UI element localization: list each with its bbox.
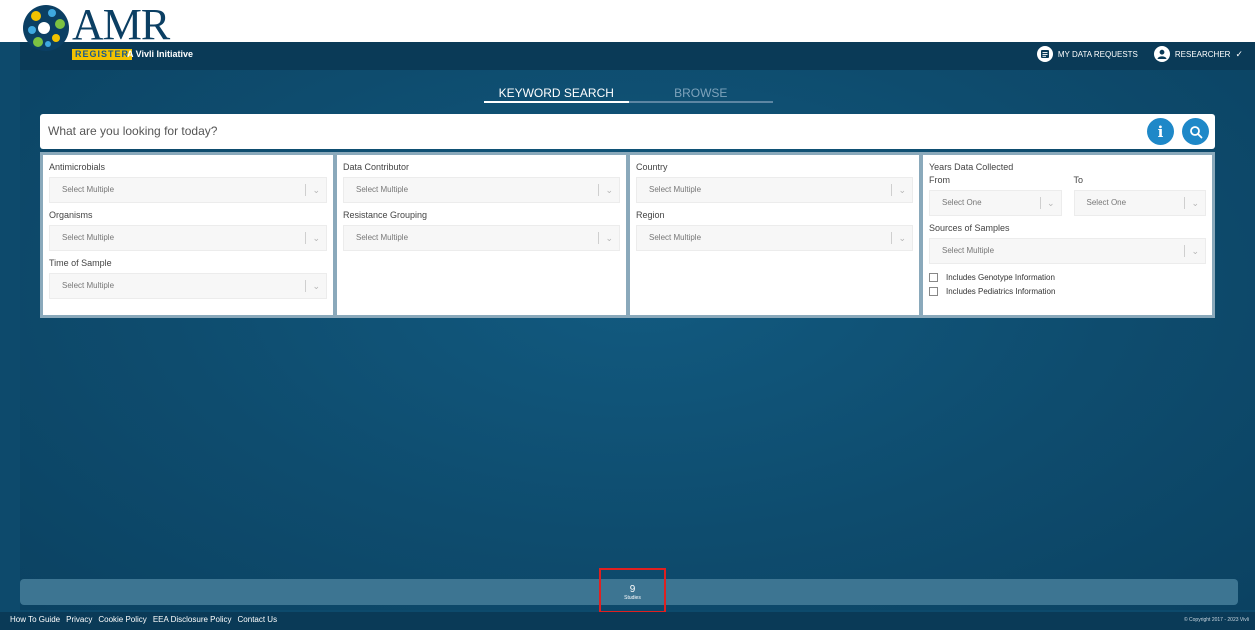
chevron-down-icon: ⌄ [898,185,906,195]
user-menu[interactable]: RESEARCHER ✓ [1153,46,1243,62]
header-actions: MY DATA REQUESTS RESEARCHER ✓ [1036,46,1243,62]
antimicrobials-value: Select Multiple [62,185,115,194]
time-of-sample-select[interactable]: Select Multiple ⌄ [49,273,327,299]
chevron-down-icon: ⌄ [1191,198,1199,208]
search-tabs: KEYWORD SEARCH BROWSE [484,86,773,103]
search-input[interactable] [48,120,1138,142]
region-select[interactable]: Select Multiple ⌄ [636,225,913,251]
footer: How To Guide Privacy Cookie Policy EEA D… [0,612,1255,630]
footer-link-how-to-guide[interactable]: How To Guide [10,615,60,624]
antimicrobials-label: Antimicrobials [49,162,106,172]
country-value: Select Multiple [649,185,702,194]
years-from-select[interactable]: Select One ⌄ [929,190,1062,216]
logo-tagline: A Vivli Initiative [127,49,194,59]
resistance-grouping-select[interactable]: Select Multiple ⌄ [343,225,620,251]
filter-column-1: Antimicrobials Select Multiple ⌄ Organis… [43,155,333,315]
footer-link-cookie-policy[interactable]: Cookie Policy [98,615,146,624]
select-divider [1184,197,1185,209]
sources-select[interactable]: Select Multiple ⌄ [929,238,1206,264]
sources-value: Select Multiple [942,246,995,255]
pediatrics-checkbox-row[interactable]: Includes Pediatrics Information [929,284,1206,298]
select-divider [305,232,306,244]
footer-link-contact-us[interactable]: Contact Us [238,615,278,624]
years-to-value: Select One [1086,198,1127,207]
pediatrics-checkbox-label: Includes Pediatrics Information [946,286,1056,296]
organisms-value: Select Multiple [62,233,115,242]
amr-logo[interactable]: AMR REGISTER A Vivli Initiative [22,0,222,64]
data-contributor-select[interactable]: Select Multiple ⌄ [343,177,620,203]
filter-column-3: Country Select Multiple ⌄ Region Select … [630,155,919,315]
footer-link-eea-disclosure[interactable]: EEA Disclosure Policy [153,615,232,624]
data-contributor-value: Select Multiple [356,185,409,194]
info-button[interactable]: i [1147,118,1174,145]
time-of-sample-value: Select Multiple [62,281,115,290]
select-divider [305,280,306,292]
genotype-checkbox-label: Includes Genotype Information [946,272,1055,282]
select-divider [891,232,892,244]
resistance-grouping-label: Resistance Grouping [343,210,428,220]
region-value: Select Multiple [649,233,702,242]
studies-count-button[interactable]: 9 Studies [599,568,666,613]
search-bar: i [40,114,1215,149]
logo-wordmark: AMR [72,0,170,49]
region-label: Region [636,210,665,220]
filter-column-2: Data Contributor Select Multiple ⌄ Resis… [337,155,626,315]
studies-count: 9 [629,584,636,595]
main-background [20,70,1255,610]
chevron-down-icon: ⌄ [605,233,613,243]
select-divider [891,184,892,196]
search-button[interactable] [1182,118,1209,145]
user-avatar-icon [1153,46,1170,62]
chevron-down-icon: ⌄ [898,233,906,243]
years-from-group: From Select One ⌄ [929,174,1062,222]
years-from-label: From [929,175,950,185]
chevron-down-icon: ⌄ [605,185,613,195]
resistance-grouping-value: Select Multiple [356,233,409,242]
select-divider [1039,197,1041,209]
filter-column-4: Years Data Collected From Select One ⌄ T… [923,155,1212,315]
studies-label: Studies [624,595,641,601]
info-icon: i [1157,122,1164,141]
time-of-sample-label: Time of Sample [49,258,112,268]
chevron-down-icon: ✓ [1235,48,1243,59]
user-role-label: RESEARCHER [1174,49,1231,59]
select-divider [1184,245,1185,257]
search-icon [1189,125,1202,138]
years-from-value: Select One [942,198,982,207]
tab-keyword-search[interactable]: KEYWORD SEARCH [484,86,629,103]
genotype-checkbox-row[interactable]: Includes Genotype Information [929,270,1206,284]
country-label: Country [636,162,668,172]
logo-register-label: REGISTER [72,49,133,60]
data-contributor-label: Data Contributor [343,162,410,172]
data-requests-label: MY DATA REQUESTS [1057,49,1138,59]
antimicrobials-select[interactable]: Select Multiple ⌄ [49,177,327,203]
organisms-select[interactable]: Select Multiple ⌄ [49,225,327,251]
years-range: From Select One ⌄ To Select One ⌄ [929,174,1206,222]
sources-label: Sources of Samples [929,223,1010,233]
chevron-down-icon: ⌄ [1046,198,1055,208]
filter-panel: Antimicrobials Select Multiple ⌄ Organis… [40,152,1215,318]
chevron-down-icon: ⌄ [1191,246,1199,256]
organisms-label: Organisms [49,210,93,220]
chevron-down-icon: ⌄ [312,281,320,291]
pediatrics-checkbox[interactable] [929,286,938,296]
tab-browse[interactable]: BROWSE [628,86,773,103]
my-data-requests-link[interactable]: MY DATA REQUESTS [1036,46,1138,62]
data-requests-icon [1036,46,1053,62]
years-to-select[interactable]: Select One ⌄ [1073,190,1206,216]
chevron-down-icon: ⌄ [312,233,320,243]
years-collected-label: Years Data Collected [929,162,1014,172]
footer-links: How To Guide Privacy Cookie Policy EEA D… [10,615,277,624]
select-divider [305,184,306,196]
years-to-label: To [1073,175,1084,185]
chevron-down-icon: ⌄ [312,185,320,195]
country-select[interactable]: Select Multiple ⌄ [636,177,913,203]
logo-globe-icon [23,5,69,51]
select-divider [598,184,599,196]
years-to-group: To Select One ⌄ [1073,174,1206,222]
genotype-checkbox[interactable] [929,272,938,282]
copyright: © Copyright 2017 - 2023 Vivli [1183,617,1249,623]
select-divider [598,232,599,244]
footer-link-privacy[interactable]: Privacy [66,615,92,624]
